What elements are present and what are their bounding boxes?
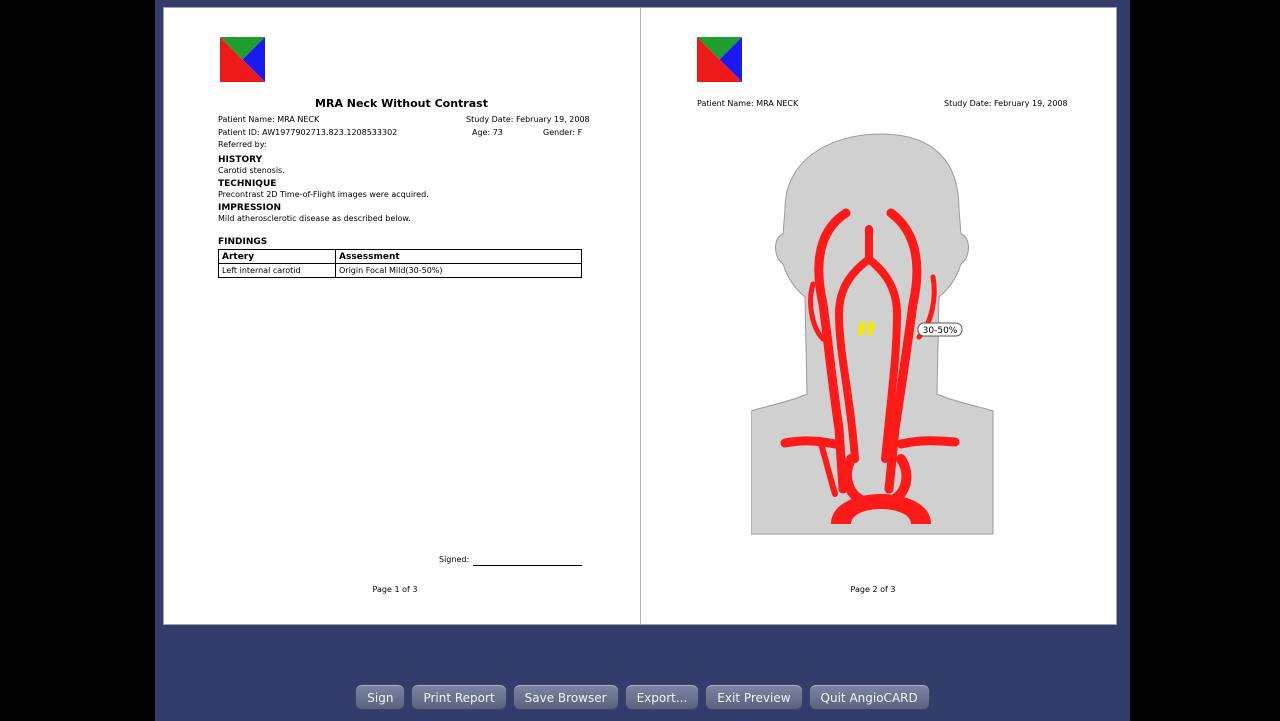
- study-date: Study Date: February 19, 2008: [466, 115, 590, 124]
- quadrant-logo-icon: [220, 37, 265, 82]
- sign-button[interactable]: Sign: [355, 684, 406, 710]
- table-header-row: Artery Assessment: [218, 249, 582, 264]
- column-header-artery: Artery: [218, 249, 336, 264]
- stenosis-callout: 30-50%: [917, 322, 963, 337]
- referred-by: Referred by:: [218, 140, 267, 149]
- history-heading: HISTORY: [218, 155, 263, 165]
- patient-gender: Gender: F: [543, 128, 583, 137]
- app-window: MRA Neck Without Contrast Patient Name: …: [155, 0, 1130, 721]
- page-number: Page 2 of 3: [850, 585, 896, 594]
- findings-table: Artery Assessment Left internal carotid …: [218, 249, 582, 278]
- signature-line: [473, 564, 582, 566]
- table-row: Left internal carotid Origin Focal Mild(…: [218, 263, 582, 278]
- export-button[interactable]: Export...: [624, 684, 700, 710]
- assessment-cell: Origin Focal Mild(30-50%): [335, 263, 582, 278]
- action-button-bar: Sign Print Report Save Browser Export...…: [155, 684, 1130, 712]
- column-header-assessment: Assessment: [335, 249, 582, 264]
- report-page-2: Patient Name: MRA NECK Study Date: Febru…: [640, 8, 1116, 624]
- quadrant-logo-icon: [697, 37, 742, 82]
- patient-age: Age: 73: [472, 128, 503, 137]
- print-report-button[interactable]: Print Report: [411, 684, 507, 710]
- impression-text: Mild atherosclerotic disease as describe…: [218, 214, 411, 223]
- stenosis-label: 30-50%: [923, 326, 958, 336]
- impression-heading: IMPRESSION: [218, 203, 282, 213]
- patient-name: Patient Name: MRA NECK: [697, 99, 799, 108]
- study-date: Study Date: February 19, 2008: [944, 99, 1068, 108]
- findings-heading: FINDINGS: [218, 237, 268, 247]
- save-browser-button[interactable]: Save Browser: [512, 684, 619, 710]
- signed-label: Signed:: [439, 555, 470, 564]
- history-text: Carotid stenosis.: [218, 166, 285, 175]
- technique-heading: TECHNIQUE: [218, 179, 277, 189]
- artery-cell: Left internal carotid: [218, 263, 336, 278]
- report-title: MRA Neck Without Contrast: [315, 97, 488, 110]
- report-preview: MRA Neck Without Contrast Patient Name: …: [163, 7, 1117, 625]
- technique-text: Precontrast 2D Time-of-Flight images wer…: [218, 190, 429, 199]
- neck-artery-diagram: 30-50%: [751, 133, 994, 535]
- patient-name: Patient Name: MRA NECK: [218, 115, 320, 124]
- patient-id: Patient ID: AW1977902713.823.1208533302: [218, 128, 398, 137]
- exit-preview-button[interactable]: Exit Preview: [705, 684, 803, 710]
- page-number: Page 1 of 3: [372, 585, 418, 594]
- quit-button[interactable]: Quit AngioCARD: [808, 684, 930, 710]
- report-page-1: MRA Neck Without Contrast Patient Name: …: [164, 8, 639, 624]
